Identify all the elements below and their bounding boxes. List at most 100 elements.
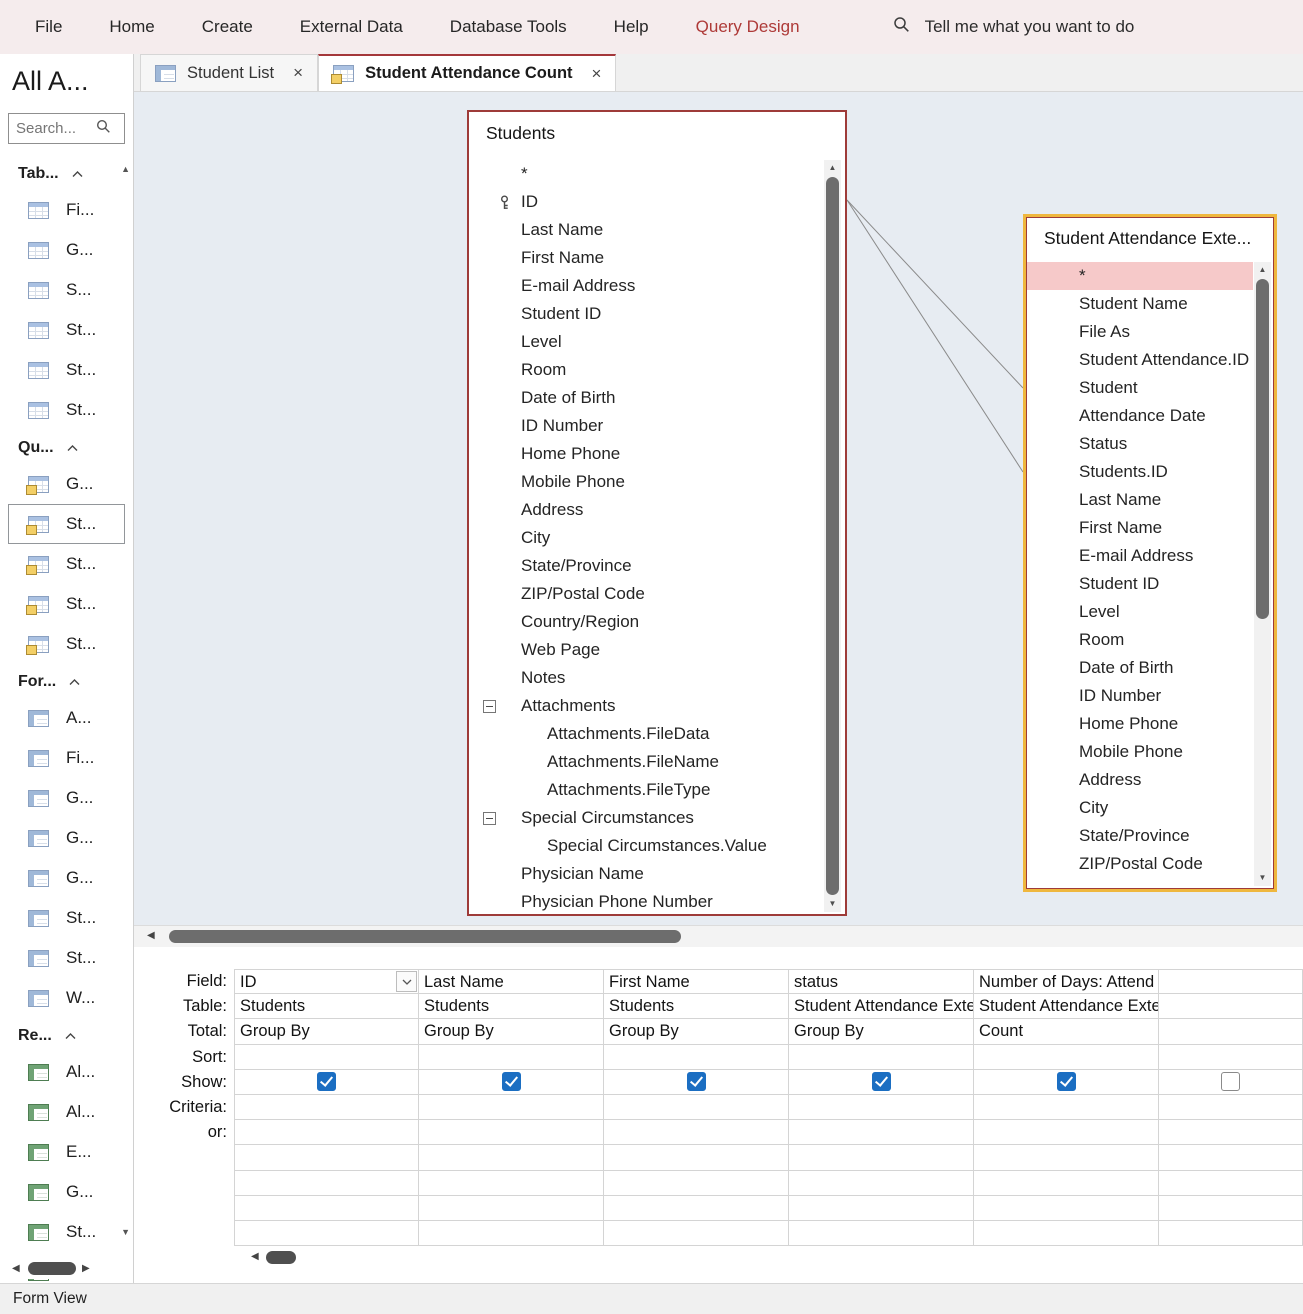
grid-cell-sort[interactable]: [234, 1045, 419, 1070]
tab-student-attendance-count[interactable]: Student Attendance Count ×: [318, 54, 616, 91]
field-item[interactable]: Students.ID: [1027, 458, 1253, 486]
grid-cell-or[interactable]: [789, 1120, 974, 1145]
field-item[interactable]: Attachments.FileType: [469, 776, 819, 804]
grid-cell[interactable]: [789, 1145, 974, 1170]
field-item[interactable]: City: [1027, 794, 1253, 822]
show-checkbox[interactable]: [687, 1072, 706, 1091]
nav-item-table[interactable]: Fi...: [0, 190, 133, 230]
grid-cell-total[interactable]: Group By: [419, 1019, 604, 1044]
grid-cell[interactable]: [974, 1196, 1159, 1221]
field-item[interactable]: ID Number: [1027, 682, 1253, 710]
nav-search-input[interactable]: [16, 120, 96, 137]
dropdown-button[interactable]: [396, 971, 417, 992]
grid-cell-criteria[interactable]: [604, 1095, 789, 1120]
tell-me-search[interactable]: Tell me what you want to do: [893, 16, 1135, 38]
nav-section-forms[interactable]: For...: [0, 664, 133, 698]
scroll-up-icon[interactable]: ▲: [121, 164, 130, 174]
field-item[interactable]: Attendance Date: [1027, 402, 1253, 430]
field-item[interactable]: Student: [1027, 374, 1253, 402]
grid-cell-table[interactable]: Student Attendance Exte: [789, 994, 974, 1019]
field-item[interactable]: Attachments.FileData: [469, 720, 819, 748]
nav-item-form[interactable]: A...: [0, 698, 133, 738]
field-item[interactable]: State/Province: [469, 552, 819, 580]
field-item[interactable]: Last Name: [1027, 486, 1253, 514]
grid-cell[interactable]: [234, 1171, 419, 1196]
grid-cell[interactable]: [1159, 1221, 1303, 1246]
grid-cell-sort[interactable]: [419, 1045, 604, 1070]
grid-cell-total[interactable]: [1159, 1019, 1303, 1044]
grid-cell-total[interactable]: Group By: [234, 1019, 419, 1044]
field-item[interactable]: E-mail Address: [469, 272, 819, 300]
tab-student-list[interactable]: Student List ×: [140, 54, 318, 91]
grid-cell[interactable]: [234, 1221, 419, 1246]
field-item[interactable]: Attachments.FileName: [469, 748, 819, 776]
nav-item-form[interactable]: G...: [0, 858, 133, 898]
scroll-left-icon[interactable]: ◀: [251, 1251, 259, 1262]
nav-item-form[interactable]: St...: [0, 938, 133, 978]
grid-horizontal-scrollbar[interactable]: ◀: [134, 1248, 1303, 1268]
grid-cell[interactable]: [789, 1171, 974, 1196]
field-item[interactable]: Status: [1027, 430, 1253, 458]
field-item[interactable]: Mobile Phone: [1027, 738, 1253, 766]
grid-cell-total[interactable]: Count: [974, 1019, 1159, 1044]
scroll-left-icon[interactable]: ◀: [12, 1263, 20, 1274]
scroll-down-icon[interactable]: ▼: [824, 896, 841, 912]
grid-cell-table[interactable]: [1159, 994, 1303, 1019]
field-item[interactable]: Special Circumstances.Value: [469, 832, 819, 860]
grid-cell-sort[interactable]: [1159, 1045, 1303, 1070]
scrollbar-thumb[interactable]: [1256, 279, 1269, 619]
field-item-group[interactable]: Special Circumstances: [469, 804, 819, 832]
field-item[interactable]: ID Number: [469, 412, 819, 440]
field-item[interactable]: Address: [1027, 766, 1253, 794]
field-item[interactable]: Date of Birth: [1027, 654, 1253, 682]
field-item[interactable]: Date of Birth: [469, 384, 819, 412]
nav-item-query[interactable]: St...: [0, 624, 133, 664]
nav-item-report[interactable]: Al...: [0, 1092, 133, 1132]
grid-cell-total[interactable]: Group By: [604, 1019, 789, 1044]
scroll-down-icon[interactable]: ▼: [121, 1227, 130, 1237]
field-item[interactable]: Student Name: [1027, 290, 1253, 318]
field-item[interactable]: Mobile Phone: [469, 468, 819, 496]
grid-cell-or[interactable]: [974, 1120, 1159, 1145]
nav-item-form[interactable]: St...: [0, 898, 133, 938]
grid-cell-sort[interactable]: [974, 1045, 1159, 1070]
scrollbar-thumb[interactable]: [826, 177, 839, 895]
nav-item-query[interactable]: St...: [0, 584, 133, 624]
nav-item-table[interactable]: St...: [0, 310, 133, 350]
grid-cell-table[interactable]: Students: [419, 994, 604, 1019]
grid-cell[interactable]: [419, 1145, 604, 1170]
field-item[interactable]: Country/Region: [469, 608, 819, 636]
collapse-icon[interactable]: [483, 812, 496, 825]
grid-cell-sort[interactable]: [604, 1045, 789, 1070]
field-item[interactable]: ZIP/Postal Code: [469, 580, 819, 608]
close-icon[interactable]: ×: [293, 63, 303, 83]
grid-cell-or[interactable]: [1159, 1120, 1303, 1145]
grid-cell-field[interactable]: Last Name: [419, 969, 604, 994]
grid-cell[interactable]: [1159, 1145, 1303, 1170]
nav-section-reports[interactable]: Re...: [0, 1018, 133, 1052]
scroll-up-icon[interactable]: ▲: [824, 160, 841, 176]
grid-cell-table[interactable]: Students: [234, 994, 419, 1019]
field-list-title[interactable]: Student Attendance Exte...: [1027, 218, 1273, 258]
design-horizontal-scrollbar[interactable]: ◀: [134, 925, 1303, 947]
grid-cell-criteria[interactable]: [419, 1095, 604, 1120]
show-checkbox[interactable]: [317, 1072, 336, 1091]
field-item[interactable]: *: [469, 160, 819, 188]
field-item[interactable]: Level: [469, 328, 819, 356]
field-item[interactable]: Web Page: [469, 636, 819, 664]
field-item[interactable]: First Name: [1027, 514, 1253, 542]
nav-section-queries[interactable]: Qu...: [0, 430, 133, 464]
grid-cell[interactable]: [419, 1171, 604, 1196]
ribbon-tab-database-tools[interactable]: Database Tools: [450, 17, 567, 37]
show-checkbox[interactable]: [1221, 1072, 1240, 1091]
grid-cell-criteria[interactable]: [1159, 1095, 1303, 1120]
grid-cell[interactable]: [234, 1196, 419, 1221]
grid-cell-field[interactable]: [1159, 969, 1303, 994]
nav-item-report[interactable]: St...: [0, 1212, 133, 1252]
field-list-scrollbar[interactable]: ▲ ▼: [824, 160, 841, 912]
grid-cell-or[interactable]: [604, 1120, 789, 1145]
grid-cell[interactable]: [419, 1196, 604, 1221]
nav-item-query-selected[interactable]: St...: [8, 504, 125, 544]
field-item[interactable]: Room: [469, 356, 819, 384]
scrollbar-thumb[interactable]: [169, 930, 681, 943]
